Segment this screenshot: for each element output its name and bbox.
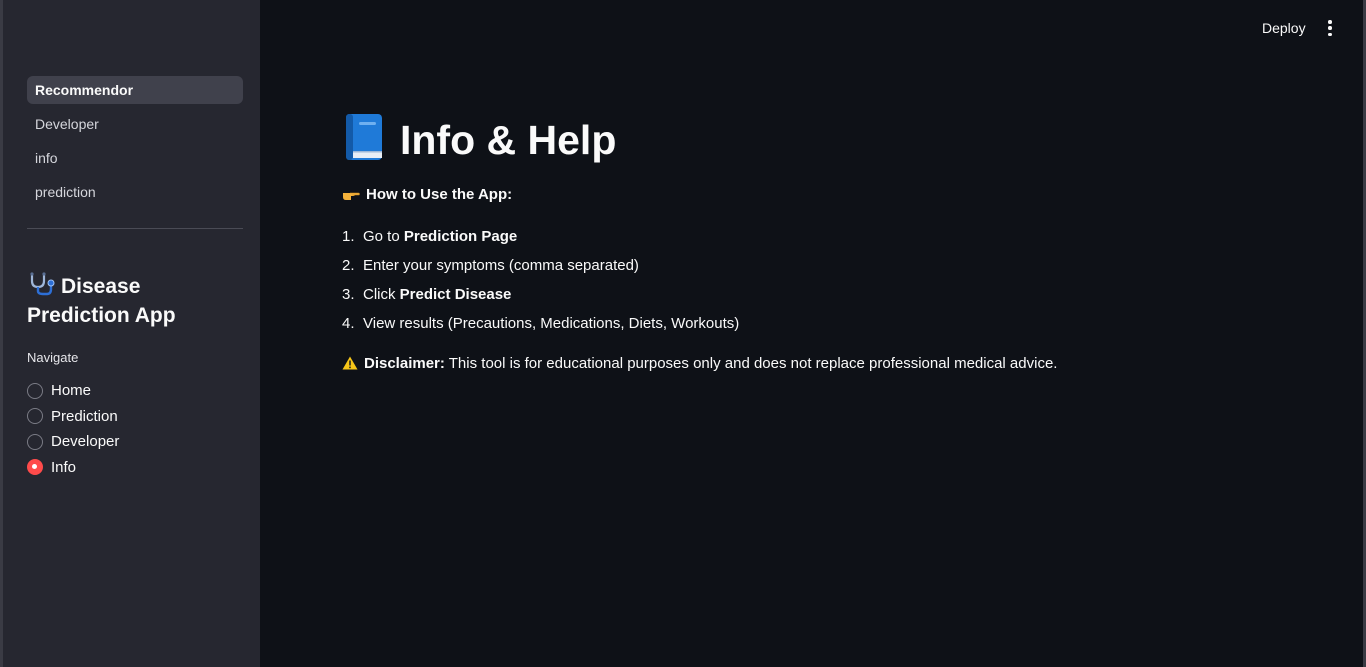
list-item: 3. Click Predict Disease: [342, 285, 739, 314]
radio-option-prediction[interactable]: Prediction: [27, 404, 119, 430]
radio-button[interactable]: [27, 408, 43, 425]
list-item: 4. View results (Precautions, Medications…: [342, 314, 739, 343]
app-window: Recommendor Developer info prediction Di…: [0, 0, 1366, 667]
steps-list: 1. Go to Prediction Page 2. Enter your sym…: [342, 227, 739, 343]
nav-item-developer[interactable]: Developer: [27, 110, 243, 138]
radio-label: Info: [51, 458, 77, 476]
step-text: Click: [363, 286, 400, 303]
nav-item-prediction[interactable]: prediction: [27, 178, 243, 206]
radio-label: Home: [51, 382, 92, 400]
page-nav: Recommendor Developer info prediction: [27, 76, 243, 212]
disclaimer: Disclaimer: This tool is for educational…: [342, 355, 1057, 372]
radio-option-developer[interactable]: Developer: [27, 429, 119, 455]
step-number: 1.: [342, 228, 355, 245]
page-title: Info & Help: [342, 112, 616, 168]
deploy-button[interactable]: Deploy: [1252, 18, 1316, 38]
list-item: 1. Go to Prediction Page: [342, 227, 739, 256]
nav-item-info[interactable]: info: [27, 144, 243, 172]
stethoscope-icon: [30, 272, 55, 296]
radio-option-info[interactable]: Info: [27, 455, 119, 481]
step-text: Go to: [363, 228, 404, 245]
disclaimer-label: Disclaimer:: [364, 355, 445, 372]
radio-label: Prediction: [51, 407, 118, 425]
pointing-hand-icon: [343, 192, 360, 200]
nav-item-recommendor[interactable]: Recommendor: [27, 76, 243, 104]
sidebar: Recommendor Developer info prediction Di…: [0, 0, 260, 667]
howto-heading: How to Use the App:: [342, 186, 512, 203]
blue-book-icon: [346, 114, 382, 160]
step-text: Enter your symptoms (comma separated): [363, 257, 639, 274]
step-bold-text: Predict Disease: [399, 286, 512, 303]
radio-button-selected[interactable]: [27, 459, 43, 476]
navigate-label: Navigate: [27, 350, 79, 365]
radio-button[interactable]: [27, 433, 43, 450]
page-title-text: Info & Help: [400, 117, 617, 163]
radio-button[interactable]: [27, 382, 43, 399]
radio-option-home[interactable]: Home: [27, 378, 119, 404]
howto-heading-text: How to Use the App:: [366, 186, 513, 203]
step-number: 2.: [342, 257, 355, 274]
list-item: 2. Enter your symptoms (comma separated): [342, 256, 739, 285]
navigate-radio-group: Home Prediction Developer Info: [27, 378, 119, 480]
step-number: 4.: [342, 315, 355, 332]
kebab-menu-icon[interactable]: [1320, 19, 1340, 37]
step-bold-text: Prediction Page: [403, 228, 518, 245]
step-text: View results (Precautions, Medications, …: [363, 315, 740, 332]
radio-label: Developer: [51, 433, 120, 451]
disclaimer-text: This tool is for educational purposes on…: [444, 355, 1058, 372]
step-number: 3.: [342, 286, 355, 303]
nav-divider: [27, 228, 243, 229]
sidebar-title: Disease Prediction App: [27, 272, 247, 330]
warning-icon: [342, 356, 358, 370]
